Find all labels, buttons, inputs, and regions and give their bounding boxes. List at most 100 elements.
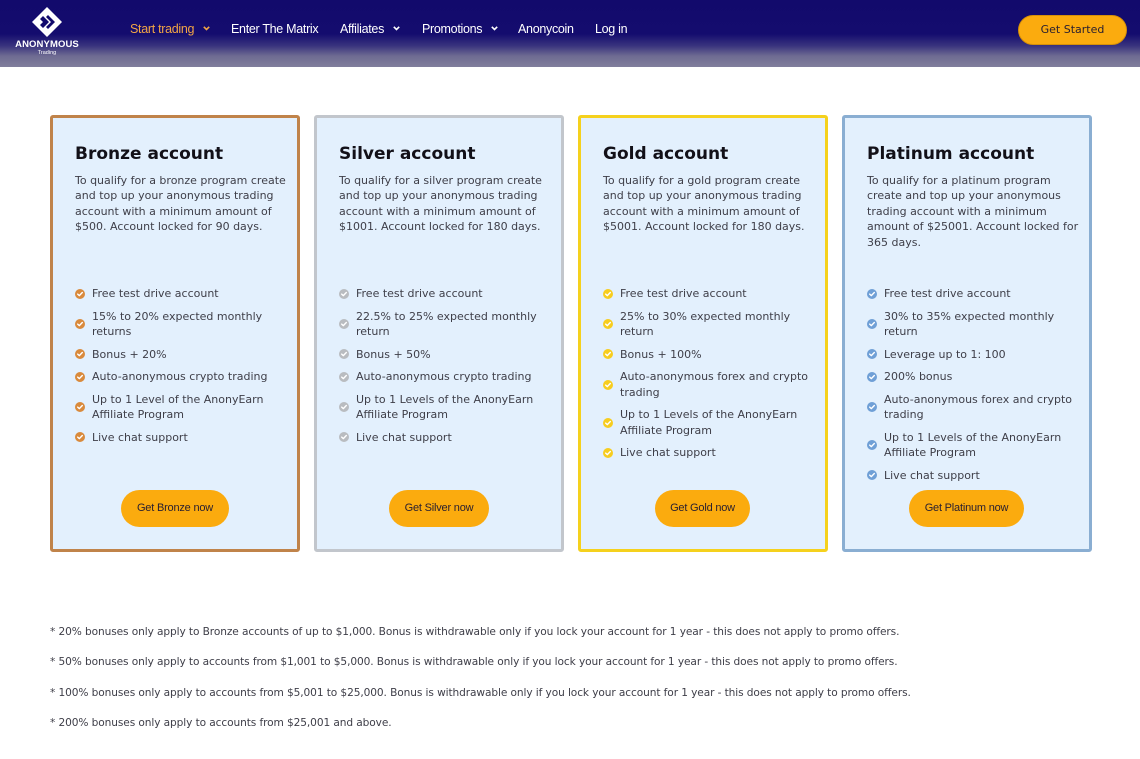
feature-text: Live chat support [620,446,716,460]
check-circle-icon [867,288,877,299]
check-circle-icon [603,417,613,428]
feature-list: Free test drive account 30% to 35% expect… [867,286,1082,490]
feature-text: Auto-anonymous forex and crypto trading [884,392,1073,422]
feature-text: 30% to 35% expected monthly return [884,309,1055,338]
top-navigation-bar: ANONYMOUS Trading Start trading Enter Th… [0,0,1140,67]
card-description: To qualify for a bronze program create a… [75,174,286,234]
nav-log-in[interactable]: Log in [595,22,628,36]
feature-item: Bonus + 100% [603,347,818,362]
nav-promotions[interactable]: Promotions [422,22,499,36]
check-circle-icon [867,349,877,360]
feature-text: Auto-anonymous crypto trading [356,370,532,384]
feature-item: Auto-anonymous crypto trading [75,369,290,384]
get-started-button[interactable]: Get Started [1018,15,1127,45]
feature-text: Up to 1 Levels of the AnonyEarn Affiliat… [356,392,534,422]
check-circle-icon [867,371,877,382]
check-circle-icon [75,371,85,382]
feature-text: Free test drive account [884,287,1011,300]
footnote: * 100% bonuses only apply to accounts fr… [50,686,911,699]
card-description: To qualify for a platinum program create… [867,174,1079,249]
nav-enter-the-matrix[interactable]: Enter The Matrix [231,22,319,36]
feature-item: Live chat support [867,468,1082,483]
nav-label: Log in [595,22,628,36]
footnote: * 50% bonuses only apply to accounts fro… [50,656,898,669]
feature-item: 15% to 20% expected monthly returns [75,309,290,340]
chevron-down-icon [491,26,499,31]
feature-text: Live chat support [92,430,188,444]
feature-text: Live chat support [356,430,452,444]
check-circle-icon [339,371,349,382]
feature-item: 22.5% to 25% expected monthly return [339,309,554,340]
feature-list: Free test drive account 25% to 30% expect… [603,286,818,468]
feature-item: Up to 1 Levels of the AnonyEarn Affiliat… [867,430,1082,461]
check-circle-icon [603,288,613,299]
diamond-logo-icon [32,7,62,37]
silver-account-card: Silver account To qualify for a silver p… [314,115,564,552]
feature-text: Up to 1 Level of the AnonyEarn Affiliate… [92,392,264,422]
check-circle-icon [339,319,349,329]
check-circle-icon [603,379,613,390]
feature-text: Bonus + 100% [620,347,702,361]
feature-text: Leverage up to 1: 100 [884,347,1006,361]
tier-suffix: account [958,144,1035,164]
check-circle-icon [603,349,613,360]
tier-name: Bronze [75,144,142,164]
bonus-footnotes: * 20% bonuses only apply to Bronze accou… [50,626,1050,747]
feature-text: Bonus + 20% [92,347,167,361]
feature-text: 200% bonus [884,370,953,384]
feature-text: Free test drive account [620,287,747,300]
feature-item: 25% to 30% expected monthly return [603,309,818,340]
gold-account-card: Gold account To qualify for a gold progr… [578,115,828,552]
logo-name: ANONYMOUS [15,39,79,50]
card-description: To qualify for a gold program create and… [603,174,805,234]
logo[interactable]: ANONYMOUS Trading [12,6,82,58]
card-title: Silver account [339,144,475,164]
feature-text: Free test drive account [92,287,219,300]
feature-item: 200% bonus [867,369,1082,384]
feature-item: Up to 1 Levels of the AnonyEarn Affiliat… [339,392,554,423]
get-silver-button[interactable]: Get Silver now [389,490,489,527]
feature-item: Up to 1 Level of the AnonyEarn Affiliate… [75,392,290,423]
tier-suffix: account [399,144,476,164]
feature-item: Live chat support [75,430,290,445]
check-circle-icon [75,432,85,443]
logo-subtitle: Trading [37,50,57,56]
check-circle-icon [75,288,85,299]
chevron-down-icon [203,26,211,31]
get-gold-button[interactable]: Get Gold now [655,490,750,527]
nav-anonycoin[interactable]: Anonycoin [518,22,574,36]
feature-item: Up to 1 Levels of the AnonyEarn Affiliat… [603,407,818,438]
feature-text: Free test drive account [356,287,483,300]
get-platinum-button[interactable]: Get Platinum now [909,490,1024,527]
nav-label: Enter The Matrix [231,22,319,36]
check-circle-icon [75,402,85,413]
nav-affiliates[interactable]: Affiliates [340,22,400,36]
feature-item: Free test drive account [75,286,290,301]
card-description: To qualify for a silver program create a… [339,174,542,234]
check-circle-icon [339,288,349,299]
check-circle-icon [867,470,877,481]
feature-item: Live chat support [603,445,818,460]
nav-start-trading[interactable]: Start trading [130,22,211,36]
check-circle-icon [339,349,349,360]
feature-item: Auto-anonymous forex and crypto trading [603,369,818,400]
feature-item: Free test drive account [603,286,818,301]
feature-text: 25% to 30% expected monthly return [620,309,791,338]
check-circle-icon [339,402,349,413]
feature-item: Bonus + 20% [75,347,290,362]
get-bronze-button[interactable]: Get Bronze now [121,490,229,527]
footnote: * 200% bonuses only apply to accounts fr… [50,716,392,729]
feature-item: Auto-anonymous crypto trading [339,369,554,384]
footnote: * 20% bonuses only apply to Bronze accou… [50,626,900,638]
feature-item: Bonus + 50% [339,347,554,362]
feature-item: 30% to 35% expected monthly return [867,309,1082,340]
nav-label: Affiliates [340,22,385,36]
feature-text: Live chat support [884,468,980,482]
nav-label: Promotions [422,22,483,36]
tier-suffix: account [652,144,729,164]
feature-text: Auto-anonymous crypto trading [92,370,268,384]
card-title: Bronze account [75,144,223,164]
feature-item: Auto-anonymous forex and crypto trading [867,392,1082,423]
check-circle-icon [603,319,613,329]
feature-list: Free test drive account 22.5% to 25% expe… [339,286,554,452]
